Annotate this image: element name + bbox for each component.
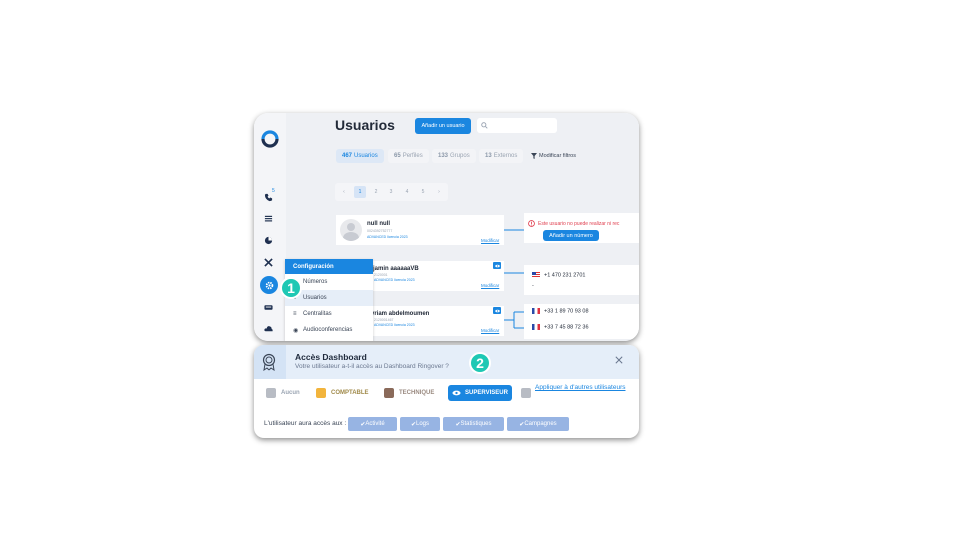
role-option-technical[interactable]: TECHNIQUE <box>384 385 434 401</box>
ringover-logo-icon[interactable] <box>260 130 280 148</box>
page-4[interactable]: 4 <box>401 186 413 198</box>
admin-icon <box>521 388 531 398</box>
menu-item-audioconferences[interactable]: ◉ Audioconferencias <box>285 322 373 338</box>
warning-icon <box>528 220 535 227</box>
step-badge-2: 2 <box>469 352 491 374</box>
modify-link[interactable]: Modificar <box>481 283 499 288</box>
filter-tab-external[interactable]: 13 Externos <box>479 149 524 163</box>
role-option-accountant[interactable]: COMPTABLE <box>316 385 369 401</box>
user-license: ADVANCED licencia 2023 <box>374 323 415 327</box>
numbers-panel: +33 1 89 70 93 08 +33 7 45 88 72 36 <box>524 304 639 339</box>
page-3[interactable]: 3 <box>385 186 397 198</box>
add-user-button[interactable]: Añadir un usuario <box>415 118 471 134</box>
sidebar: 5 <box>254 113 286 341</box>
page-5[interactable]: 5 <box>417 186 429 198</box>
modify-filters-button[interactable]: Modificar filtros <box>531 153 576 159</box>
accountant-icon <box>316 388 326 398</box>
page-1[interactable]: 1 <box>354 186 366 198</box>
page-prev[interactable]: ‹ <box>338 186 350 198</box>
phone-number: +33 1 89 70 93 08 <box>532 308 589 314</box>
dashboard-access-title: Accès Dashboard <box>295 352 367 362</box>
us-flag-icon <box>532 272 540 278</box>
role-option-supervisor[interactable]: SUPERVISEUR <box>448 385 512 401</box>
avatar <box>340 219 362 241</box>
user-name: null null <box>367 221 390 227</box>
tools-icon[interactable] <box>264 258 273 267</box>
eye-icon[interactable] <box>493 262 501 269</box>
cloud-icon[interactable] <box>264 324 273 333</box>
user-id: 0024392752777 <box>367 229 393 233</box>
users-card: 5 Usuarios Añadir un usuario 467 Usuarios… <box>254 113 639 341</box>
filter-tab-profiles[interactable]: 65 Perfiles <box>388 149 429 163</box>
phone-number-empty: - <box>532 283 534 289</box>
eye-icon[interactable] <box>493 307 501 314</box>
access-chip-campaigns[interactable]: ✔ Campagnes <box>507 417 569 431</box>
dashboard-access-subtitle: Votre utilisateur a-t-il accès au Dashbo… <box>295 363 449 370</box>
access-chip-activity[interactable]: ✔ Activité <box>348 417 397 431</box>
user-name: enjamin aaaaaaVB <box>366 266 419 272</box>
apply-to-others-link[interactable]: Appliquer à d'autres utilisateurs <box>535 384 626 391</box>
search-icon <box>481 122 488 129</box>
page-2[interactable]: 2 <box>370 186 382 198</box>
notification-badge: 5 <box>272 188 275 194</box>
step-badge-1: 1 <box>280 277 302 299</box>
close-icon[interactable] <box>615 356 623 364</box>
add-number-button[interactable]: Añadir un número <box>543 230 599 241</box>
switchboard-icon: ≡ <box>293 311 297 317</box>
filter-tab-users[interactable]: 467 Usuarios <box>336 149 384 163</box>
config-menu: Configuración #Números ●Usuarios ≡Centra… <box>285 259 373 341</box>
keyboard-icon[interactable] <box>264 303 273 312</box>
access-chip-logs[interactable]: ✔ Logs <box>400 417 440 431</box>
filter-icon <box>531 153 537 159</box>
chart-icon[interactable] <box>264 236 273 245</box>
menu-item-switchboards[interactable]: ≡ Centralitas <box>285 306 373 322</box>
dashboard-access-card: Accès Dashboard Votre utilisateur a-t-il… <box>254 345 639 438</box>
numbers-panel: +1 470 231 2701 - <box>524 265 639 295</box>
fr-flag-icon <box>532 324 540 330</box>
config-menu-header: Configuración <box>285 259 373 274</box>
page-next[interactable]: › <box>433 186 445 198</box>
whatsapp-icon <box>266 388 276 398</box>
role-option-admin[interactable] <box>521 385 531 401</box>
user-license: ADVANCED licencia 2023 <box>374 278 415 282</box>
fr-flag-icon <box>532 308 540 314</box>
search-input[interactable] <box>477 118 557 133</box>
modify-link[interactable]: Modificar <box>481 328 499 333</box>
user-id: 2120001 <box>374 273 388 277</box>
user-row[interactable]: null null 0024392752777 ADVANCED licenci… <box>336 215 504 245</box>
technical-icon <box>384 388 394 398</box>
connector-lines <box>504 229 524 329</box>
settings-nav-button[interactable] <box>260 276 278 294</box>
gear-icon <box>265 281 273 289</box>
dashboard-access-header <box>254 345 639 379</box>
user-id: 2120001467 <box>374 318 394 322</box>
eye-icon <box>452 390 461 396</box>
numbers-panel: Este usuario no puede realizar ni rec Añ… <box>524 213 639 243</box>
medal-icon <box>262 353 276 371</box>
filter-tab-groups[interactable]: 133 Grupos <box>432 149 476 163</box>
access-label: L'utilisateur aura accès aux : <box>264 420 347 427</box>
conference-icon: ◉ <box>293 327 299 334</box>
phone-number: +1 470 231 2701 <box>532 272 585 278</box>
phone-icon[interactable] <box>264 193 273 202</box>
user-license: ADVANCED licencia 2023 <box>367 235 408 239</box>
role-option-none[interactable]: Aucun <box>266 385 300 401</box>
page-title: Usuarios <box>335 117 395 133</box>
access-chip-statistics[interactable]: ✔ Statistiques <box>443 417 504 431</box>
user-name: yriam abdelmoumen <box>371 311 430 317</box>
warning-text: Este usuario no puede realizar ni rec <box>538 221 620 227</box>
list-icon[interactable] <box>264 214 273 223</box>
phone-number: +33 7 45 88 72 36 <box>532 324 589 330</box>
modify-link[interactable]: Modificar <box>481 238 499 243</box>
